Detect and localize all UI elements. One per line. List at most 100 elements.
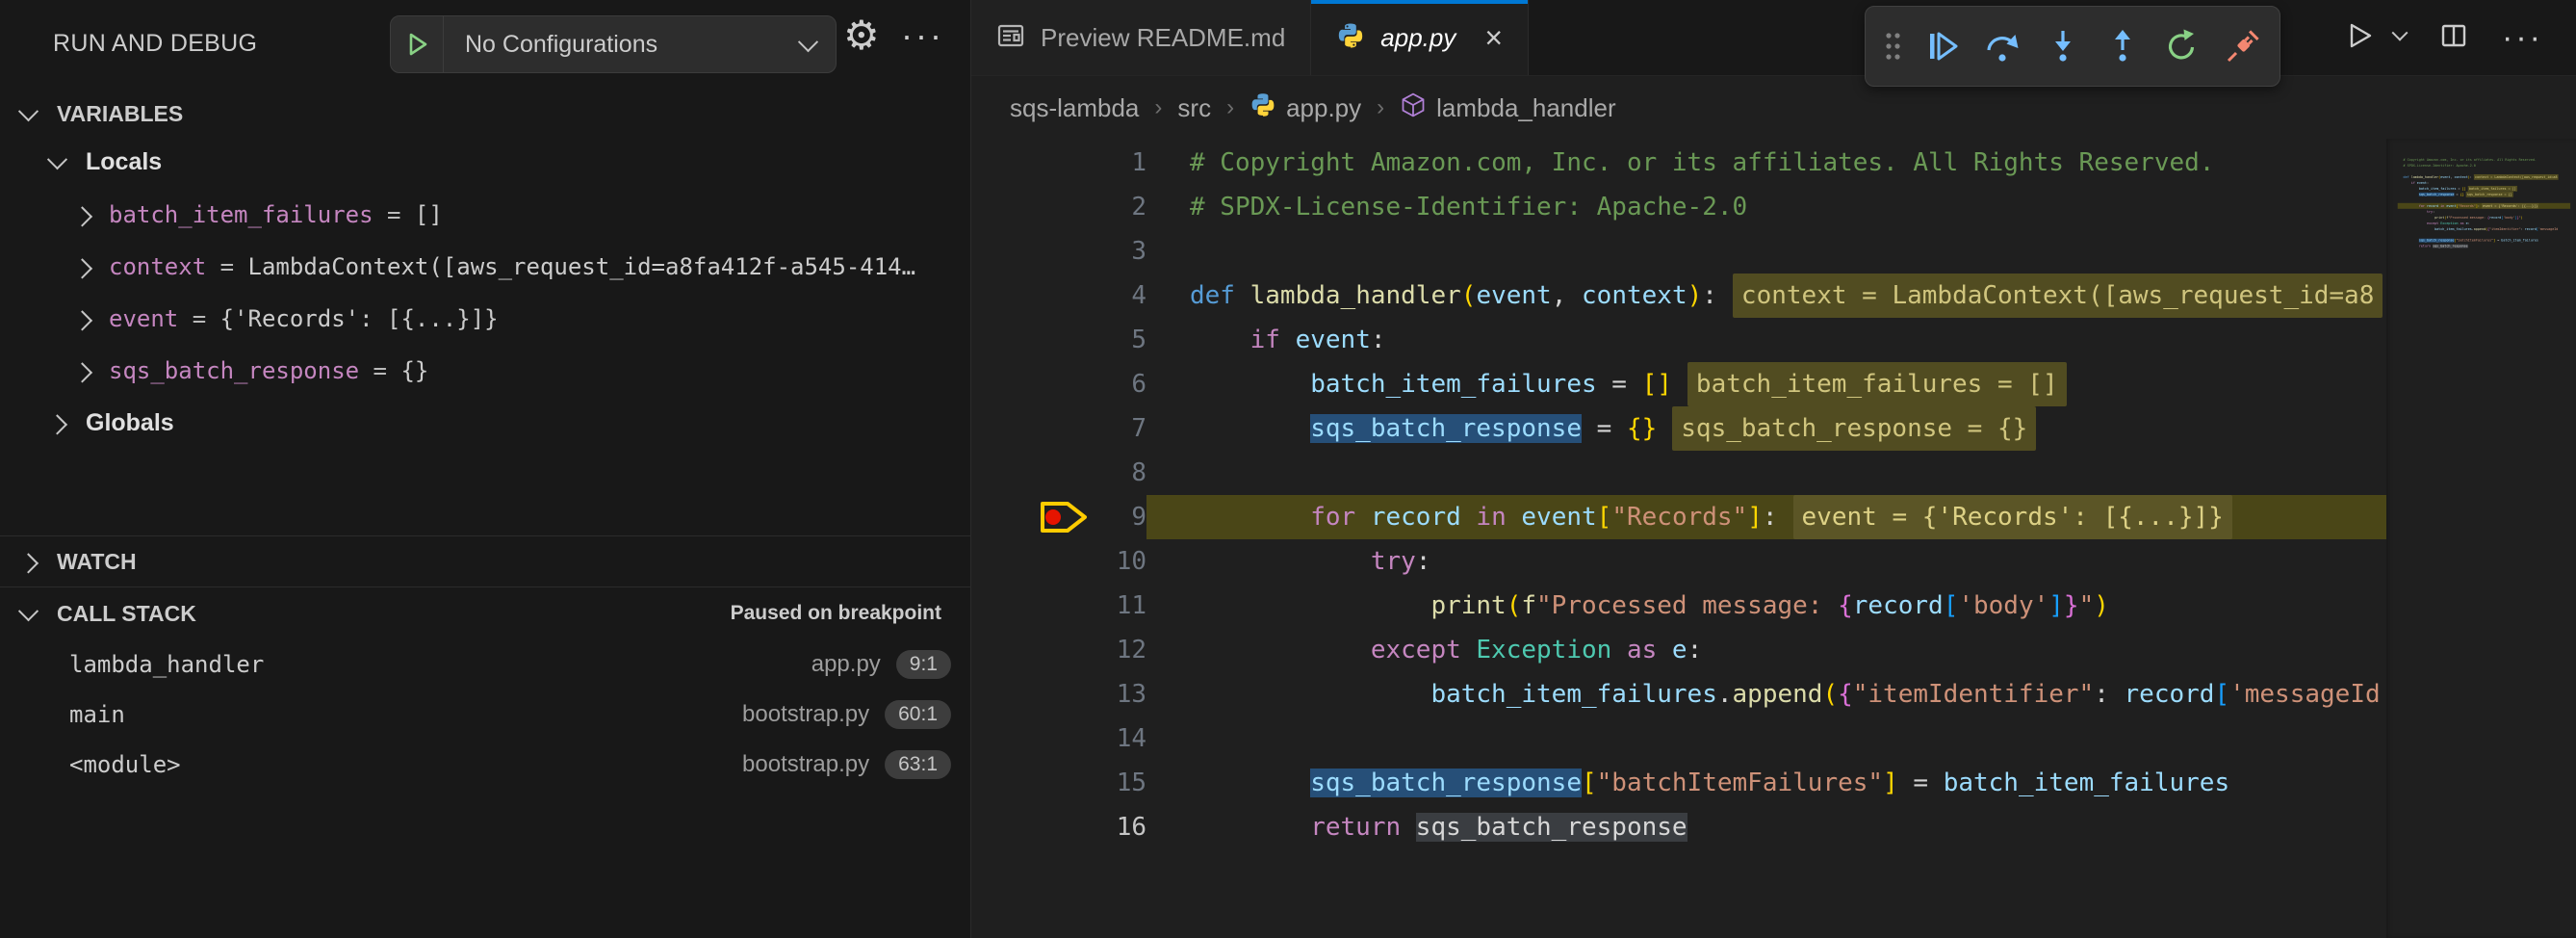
run-icon[interactable] [2344,20,2375,56]
breadcrumb-item-app-py[interactable]: app.py [1249,91,1361,125]
line-content[interactable]: # Copyright Amazon.com, Inc. or its affi… [1146,141,2386,185]
run-dropdown-chevron-icon[interactable] [2394,29,2406,46]
breakpoint-zone[interactable] [971,318,1081,362]
variable-name: context [109,253,206,280]
step-into-icon[interactable] [2040,21,2086,71]
current-line-breakpoint-icon[interactable] [1039,500,1089,534]
code-line-5: 5if event: [971,318,2386,362]
line-content[interactable] [1146,229,2386,274]
more-actions-icon[interactable]: ··· [901,15,944,56]
breakpoint-zone[interactable] [971,539,1081,584]
variable-value: {} [400,357,428,384]
continue-icon[interactable] [1919,21,1966,71]
variable-equals: = [178,305,219,332]
breakpoint-zone[interactable] [971,717,1081,761]
code-line-9: 9for record in event["Records"]:event = … [971,495,2386,539]
line-content[interactable]: batch_item_failures.append({"itemIdentif… [1146,672,2386,717]
line-content[interactable]: def lambda_handler(event, context):conte… [1146,274,2386,318]
gutter: 1 [971,141,1146,185]
variables-pane-header[interactable]: VARIABLES [0,92,970,135]
line-content[interactable]: sqs_batch_response["batchItemFailures"] … [1146,761,2386,805]
line-content[interactable]: for record in event["Records"]:event = {… [1146,495,2386,539]
split-editor-icon[interactable] [2438,20,2469,56]
breadcrumb-item-sqs-lambda[interactable]: sqs-lambda [1010,93,1139,123]
call-stack-pane-header[interactable]: CALL STACK Paused on breakpoint [0,586,970,639]
variables-header-label: VARIABLES [57,101,183,127]
line-content[interactable]: if event: [1146,318,2386,362]
frame-file: bootstrap.py [742,701,869,728]
call-stack-frame[interactable]: <module>bootstrap.py63:1 [0,740,970,790]
line-content[interactable] [1146,451,2386,495]
chevron-right-icon [72,310,92,330]
disconnect-icon[interactable] [2220,21,2266,71]
breakpoint-zone[interactable] [971,274,1081,318]
start-debug-icon[interactable] [391,16,444,72]
step-over-icon[interactable] [1979,21,2025,71]
chevron-right-icon [47,414,67,434]
vscode-debug-window: RUN AND DEBUG No Configurations ⚙ ··· VA… [0,0,2576,938]
variable-row-batch_item_failures[interactable]: batch_item_failures = [] [0,189,970,241]
line-content[interactable]: sqs_batch_response = {}sqs_batch_respons… [1146,406,2386,451]
locals-label: Locals [86,148,162,176]
breadcrumb-item-src[interactable]: src [1177,93,1211,123]
call-stack-frame[interactable]: lambda_handlerapp.py9:1 [0,639,970,690]
breakpoint-zone[interactable] [971,584,1081,628]
locals-scope[interactable]: Locals [0,135,970,189]
line-number: 7 [1081,406,1146,451]
tab-preview-readme[interactable]: Preview README.md [971,0,1311,75]
line-content[interactable]: batch_item_failures = []batch_item_failu… [1146,362,2386,406]
line-content[interactable] [1146,717,2386,761]
line-content[interactable]: # SPDX-License-Identifier: Apache-2.0 [1146,185,2386,229]
chevron-right-icon [72,362,92,382]
gear-icon[interactable]: ⚙ [843,12,880,59]
line-number: 5 [1081,318,1146,362]
code-line-16: 16return sqs_batch_response [971,805,2386,849]
line-content[interactable]: print(f"Processed message: {record['body… [1146,584,2386,628]
breakpoint-zone[interactable] [971,628,1081,672]
variable-row-sqs_batch_response[interactable]: sqs_batch_response = {} [0,345,970,397]
configurations-dropdown[interactable]: No Configurations [390,15,837,73]
code-line-8: 8 [971,451,2386,495]
restart-icon[interactable] [2159,21,2205,71]
globals-label: Globals [86,409,174,437]
call-stack-frame[interactable]: mainbootstrap.py60:1 [0,690,970,740]
variable-row-event[interactable]: event = {'Records': [{...}]} [0,293,970,345]
chevron-right-icon [72,206,92,226]
line-content[interactable]: return sqs_batch_response [1146,805,2386,849]
line-number: 14 [1081,717,1146,761]
tab-app-py[interactable]: app.py × [1311,0,1529,75]
globals-scope[interactable]: Globals [0,397,970,449]
breakpoint-zone[interactable] [971,406,1081,451]
tab-label: Preview README.md [1041,23,1285,53]
frame-name: <module> [69,751,181,778]
line-content[interactable]: except Exception as e: [1146,628,2386,672]
more-actions-icon[interactable]: ··· [2502,19,2543,57]
sidebar-spacer [0,449,970,535]
breakpoint-zone[interactable] [971,229,1081,274]
breakpoint-zone[interactable] [971,362,1081,406]
breakpoint-zone[interactable] [971,495,1081,539]
line-content[interactable]: try: [1146,539,2386,584]
watch-pane-header[interactable]: WATCH [0,535,970,586]
breakpoint-zone[interactable] [971,451,1081,495]
line-number: 4 [1081,274,1146,318]
code-line-12: 12except Exception as e: [971,628,2386,672]
editor-tab-bar: Preview README.md app.py × [971,0,2576,76]
step-out-icon[interactable] [2099,21,2146,71]
sidebar-title: RUN AND DEBUG [53,30,257,58]
breakpoint-zone[interactable] [971,185,1081,229]
gutter: 16 [971,805,1146,849]
gutter: 14 [971,717,1146,761]
variable-row-context[interactable]: context = LambdaContext([aws_request_id=… [0,241,970,293]
gutter: 2 [971,185,1146,229]
toolbar-drag-grip[interactable] [1879,21,1906,71]
close-icon[interactable]: × [1484,22,1503,53]
breakpoint-zone[interactable] [971,672,1081,717]
breakpoint-zone[interactable] [971,141,1081,185]
breadcrumb-item-lambda-handler[interactable]: lambda_handler [1400,91,1615,125]
gutter: 3 [971,229,1146,274]
breakpoint-zone[interactable] [971,761,1081,805]
breakpoint-zone[interactable] [971,805,1081,849]
minimap[interactable]: 1# Copyright Amazon.com, Inc. or its aff… [2386,139,2576,938]
variable-equals: = [206,253,247,280]
